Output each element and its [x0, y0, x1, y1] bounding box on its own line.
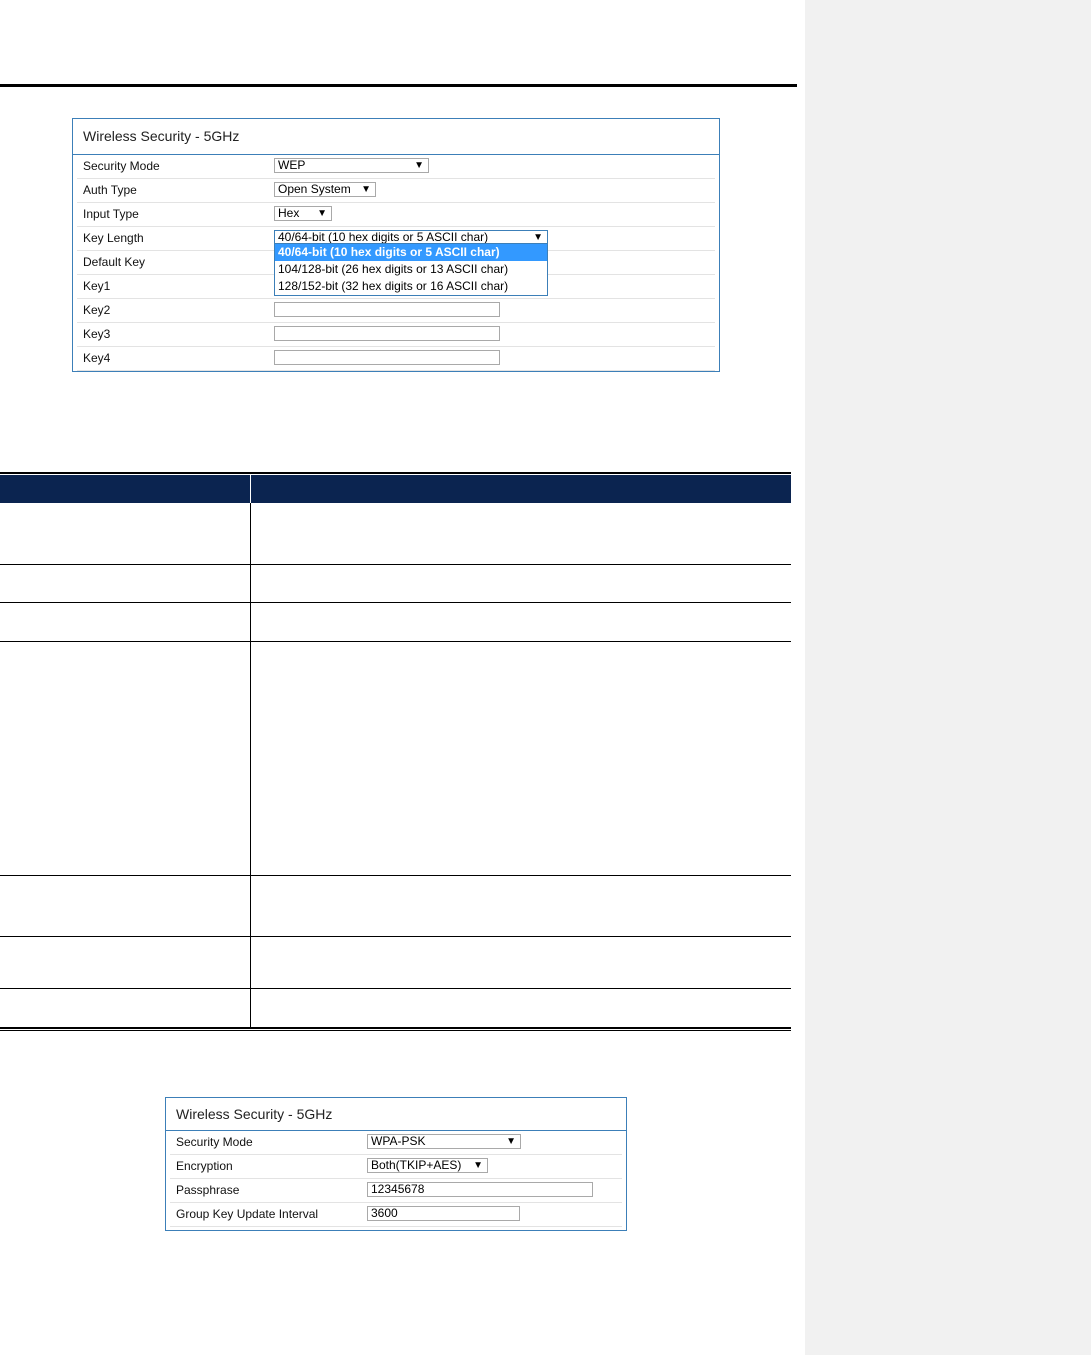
- table-row: [0, 937, 791, 989]
- key2-row: Key2: [77, 299, 715, 323]
- key-length-option[interactable]: 40/64-bit (10 hex digits or 5 ASCII char…: [275, 244, 547, 261]
- security-mode-label: Security Mode: [83, 159, 160, 173]
- auth-type-label: Auth Type: [83, 183, 137, 197]
- comment-margin: [805, 0, 1091, 1355]
- key4-row: Key4: [77, 347, 715, 371]
- table-row: [0, 565, 791, 603]
- key1-label: Key1: [83, 279, 111, 293]
- table-header: [0, 475, 791, 503]
- table-row: [0, 642, 791, 876]
- chevron-down-icon: ▼: [414, 160, 424, 171]
- passphrase-label: Passphrase: [176, 1183, 240, 1197]
- passphrase-input[interactable]: 12345678: [367, 1182, 593, 1197]
- key-length-label: Key Length: [83, 231, 144, 245]
- panel-title: Wireless Security - 5GHz: [73, 119, 719, 155]
- chevron-down-icon: ▼: [506, 1136, 516, 1147]
- encryption-row: Encryption Both(TKIP+AES) ▼: [170, 1155, 622, 1179]
- encryption-label: Encryption: [176, 1159, 233, 1173]
- security-mode-select[interactable]: WEP ▼: [274, 158, 429, 173]
- chevron-down-icon: ▼: [317, 208, 327, 219]
- group-key-interval-label: Group Key Update Interval: [176, 1207, 319, 1221]
- security-mode-select[interactable]: WPA-PSK ▼: [367, 1134, 521, 1149]
- auth-type-select[interactable]: Open System ▼: [274, 182, 376, 197]
- table-row: [0, 603, 791, 642]
- group-key-interval-input[interactable]: 3600: [367, 1206, 520, 1221]
- key3-input[interactable]: [274, 326, 500, 341]
- auth-type-row: Auth Type Open System ▼: [77, 179, 715, 203]
- table-row: [0, 876, 791, 937]
- security-mode-row: Security Mode WEP ▼: [77, 155, 715, 179]
- key4-label: Key4: [83, 351, 111, 365]
- key4-input[interactable]: [274, 350, 500, 365]
- chevron-down-icon: ▼: [361, 184, 371, 195]
- key-length-dropdown: 40/64-bit (10 hex digits or 5 ASCII char…: [274, 243, 548, 296]
- key2-input[interactable]: [274, 302, 500, 317]
- wireless-security-wpa-panel: Wireless Security - 5GHz Security Mode W…: [165, 1097, 627, 1231]
- encryption-select[interactable]: Both(TKIP+AES) ▼: [367, 1158, 488, 1173]
- input-type-row: Input Type Hex ▼: [77, 203, 715, 227]
- chevron-down-icon: ▼: [473, 1160, 483, 1171]
- table-row: [0, 503, 791, 565]
- key2-label: Key2: [83, 303, 111, 317]
- header-rule: [0, 84, 797, 87]
- group-key-interval-row: Group Key Update Interval 3600: [170, 1203, 622, 1227]
- key-length-option[interactable]: 104/128-bit (26 hex digits or 13 ASCII c…: [275, 261, 547, 278]
- table-row: [0, 989, 791, 1027]
- passphrase-row: Passphrase 12345678: [170, 1179, 622, 1203]
- panel-title: Wireless Security - 5GHz: [166, 1098, 626, 1131]
- default-key-label: Default Key: [83, 255, 146, 269]
- security-mode-row: Security Mode WPA-PSK ▼: [170, 1131, 622, 1155]
- security-mode-label: Security Mode: [176, 1135, 253, 1149]
- parameter-table: [0, 472, 791, 1031]
- key3-row: Key3: [77, 323, 715, 347]
- key3-label: Key3: [83, 327, 111, 341]
- key-length-option[interactable]: 128/152-bit (32 hex digits or 16 ASCII c…: [275, 278, 547, 295]
- input-type-select[interactable]: Hex ▼: [274, 206, 332, 221]
- input-type-label: Input Type: [83, 207, 139, 221]
